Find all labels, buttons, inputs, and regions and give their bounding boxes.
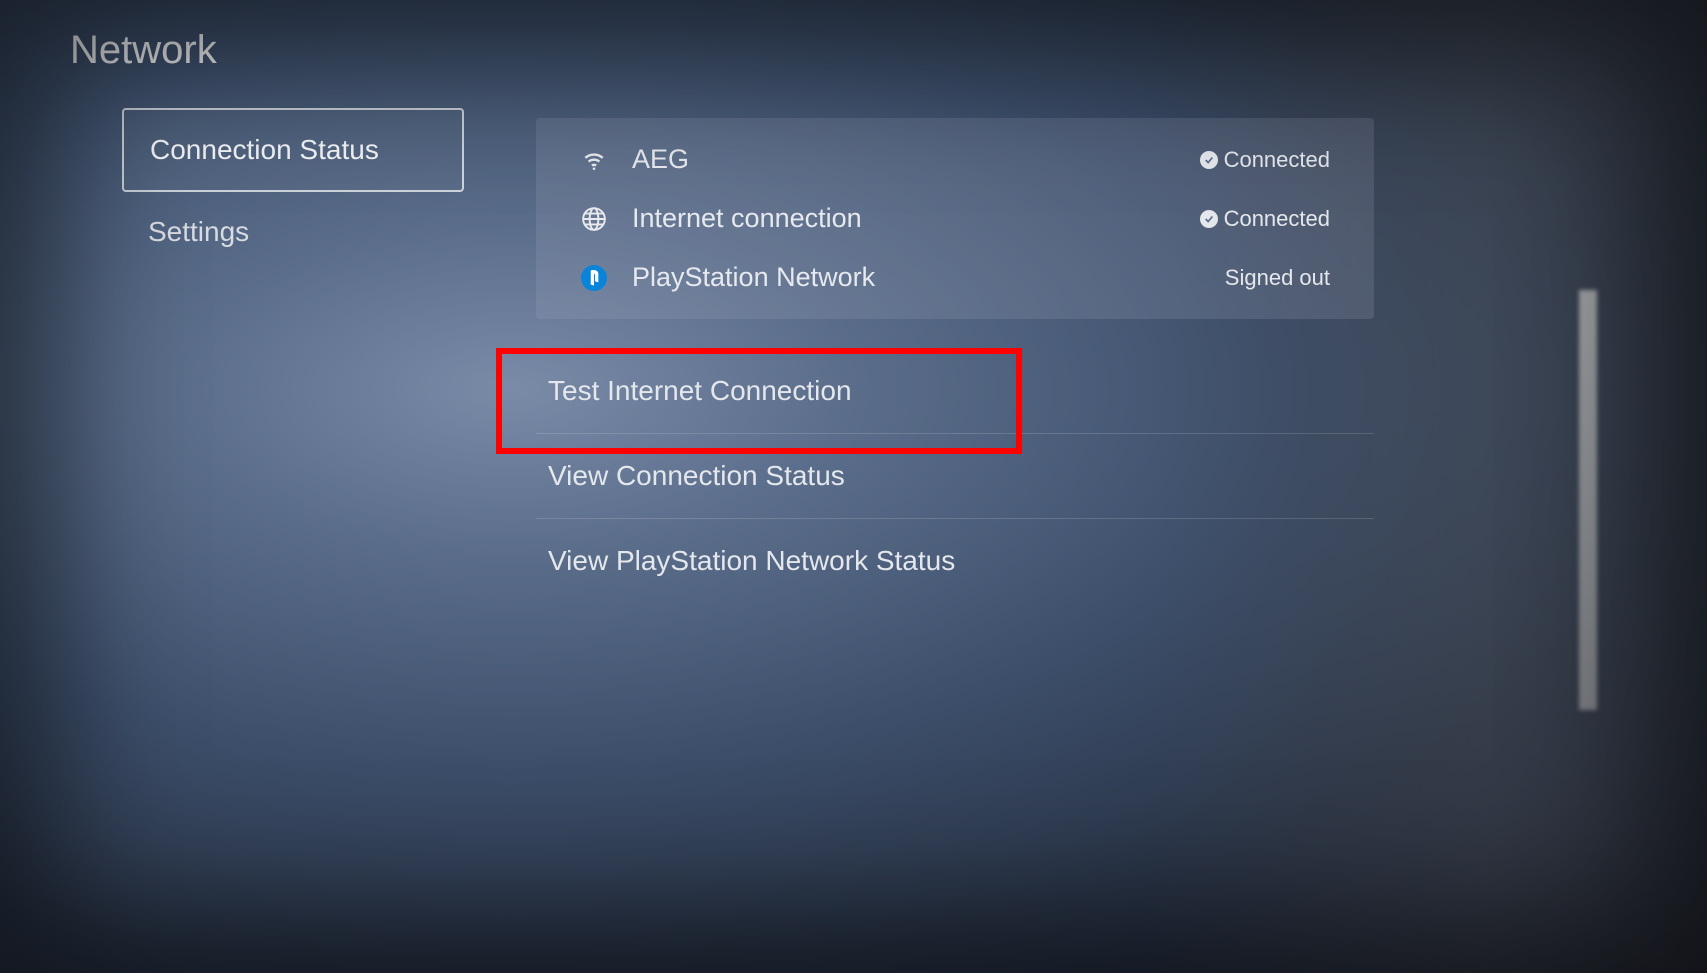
sidebar: Connection Status Settings	[122, 108, 464, 272]
check-icon	[1200, 210, 1218, 228]
action-label: View Connection Status	[548, 460, 845, 491]
status-value-text: Connected	[1224, 206, 1330, 232]
action-label: View PlayStation Network Status	[548, 545, 955, 576]
action-view-connection-status[interactable]: View Connection Status	[536, 434, 1374, 519]
status-value: Signed out	[1225, 265, 1330, 291]
globe-icon	[580, 205, 608, 233]
action-test-internet-connection[interactable]: Test Internet Connection	[536, 349, 1374, 434]
connection-status-box: AEG Connected Internet connection	[536, 118, 1374, 319]
sidebar-item-label: Settings	[148, 216, 249, 247]
status-row-psn[interactable]: PlayStation Network Signed out	[536, 248, 1374, 307]
sidebar-item-settings[interactable]: Settings	[122, 192, 464, 272]
playstation-icon	[580, 264, 608, 292]
sidebar-item-label: Connection Status	[150, 134, 379, 165]
main-panel: AEG Connected Internet connection	[536, 118, 1374, 603]
wifi-icon	[580, 146, 608, 174]
background-light	[1579, 290, 1597, 710]
status-row-wifi[interactable]: AEG Connected	[536, 130, 1374, 189]
check-icon	[1200, 151, 1218, 169]
status-label: Internet connection	[632, 203, 1200, 234]
action-list: Test Internet Connection View Connection…	[536, 349, 1374, 603]
sidebar-item-connection-status[interactable]: Connection Status	[122, 108, 464, 192]
status-row-internet[interactable]: Internet connection Connected	[536, 189, 1374, 248]
status-value: Connected	[1200, 206, 1330, 232]
status-value-text: Connected	[1224, 147, 1330, 173]
status-value-text: Signed out	[1225, 265, 1330, 291]
status-label: AEG	[632, 144, 1200, 175]
status-label: PlayStation Network	[632, 262, 1225, 293]
action-label: Test Internet Connection	[548, 375, 852, 406]
action-view-psn-status[interactable]: View PlayStation Network Status	[536, 519, 1374, 603]
page-title: Network	[70, 28, 217, 73]
status-value: Connected	[1200, 147, 1330, 173]
